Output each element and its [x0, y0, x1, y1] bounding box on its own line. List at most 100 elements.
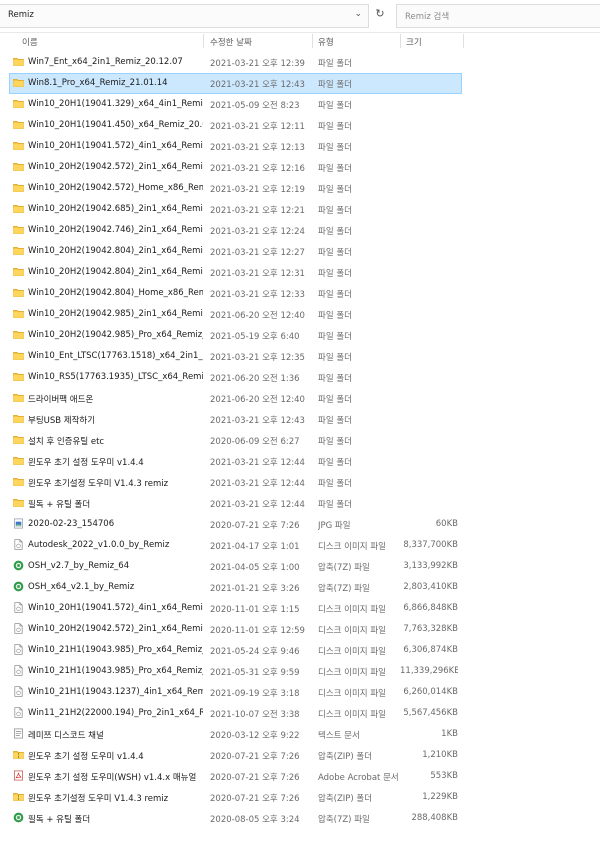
file-row[interactable]: Win10_20H2(19042.572)_2in1_x64_Remiz_20.… — [0, 619, 600, 640]
file-row[interactable]: Win10_21H1(19043.985)_Pro_x64_Remiz_21.0… — [0, 661, 600, 682]
file-row[interactable]: Win10_21H1(19043.985)_Pro_x64_Remiz_21.0… — [0, 640, 600, 661]
file-row[interactable]: Win10_20H2(19042.685)_2in1_x64_Remiz_20.… — [0, 199, 600, 220]
file-date: 2021-03-21 오후 12:44 — [210, 500, 305, 510]
column-divider[interactable] — [400, 34, 401, 48]
file-name[interactable]: Win10_21H1(19043.1237)_4in1_x64_Remiz_21… — [28, 687, 203, 697]
file-name[interactable]: Win10_20H2(19042.804)_Home_x86_Remiz_21.… — [28, 288, 203, 298]
file-name[interactable]: Win10_RS5(17763.1935)_LTSC_x64_Remiz_21.… — [28, 372, 203, 382]
file-name[interactable]: Win10_20H2(19042.572)_2in1_x64_Remiz_20.… — [28, 162, 203, 172]
file-type: 파일 폴더 — [318, 164, 352, 174]
file-row[interactable]: Win10_20H1(19041.572)_4in1_x64_Remiz_20.… — [0, 598, 600, 619]
file-row[interactable]: 윈도우 초기설정 도우미 V1.4.3 remiz 2020-07-21 오후 7… — [0, 787, 600, 808]
file-row[interactable]: Win10_20H2(19042.746)_2in1_x64_Remiz_21.… — [0, 220, 600, 241]
file-name[interactable]: Win7_Ent_x64_2in1_Remiz_20.12.07 — [28, 57, 203, 67]
file-name[interactable]: Autodesk_2022_v1.0.0_by_Remiz — [28, 540, 203, 550]
file-name[interactable]: Win10_20H1(19041.572)_4in1_x64_Remiz_20.… — [28, 141, 203, 151]
file-row[interactable]: Win10_20H1(19041.329)_x64_4in1_Remiz_20.… — [0, 94, 600, 115]
file-name[interactable]: Win10_20H2(19042.804)_2in1_x64_Remiz_VIP… — [28, 267, 203, 277]
file-row[interactable]: Win10_20H2(19042.804)_2in1_x64_Remiz_21.… — [0, 241, 600, 262]
file-name[interactable]: 윈도우 초기 설정 도우미 v1.4.4 — [28, 750, 203, 762]
file-name[interactable]: Win8.1_Pro_x64_Remiz_21.01.14 — [28, 78, 203, 88]
file-row[interactable]: Win10_20H2(19042.985)_2in1_x64_Remiz_VIP… — [0, 304, 600, 325]
column-type[interactable]: 유형 — [318, 36, 334, 48]
file-row[interactable]: 필독 + 유틸 폴더 2021-03-21 오후 12:44 파일 폴더 — [0, 493, 600, 514]
search-input[interactable]: Remiz 검색 — [396, 4, 600, 28]
file-row[interactable]: Win10_20H2(19042.804)_2in1_x64_Remiz_VIP… — [0, 262, 600, 283]
file-row[interactable]: Win10_20H2(19042.572)_2in1_x64_Remiz_20.… — [0, 157, 600, 178]
refresh-icon[interactable]: ↻ — [372, 6, 388, 22]
column-divider[interactable] — [312, 34, 313, 48]
file-name[interactable]: 필독 + 유틸 폴더 — [28, 498, 203, 510]
file-date: 2021-06-20 오전 12:40 — [210, 395, 305, 405]
folder-icon — [13, 98, 24, 109]
file-row[interactable]: Win10_Ent_LTSC(17763.1518)_x64_2in1_Remi… — [0, 346, 600, 367]
file-name[interactable]: Win10_21H1(19043.985)_Pro_x64_Remiz_21.0… — [28, 645, 203, 655]
file-row[interactable]: 부팅USB 제작하기 2021-03-21 오후 12:43 파일 폴더 — [0, 409, 600, 430]
file-type: 압축(7Z) 파일 — [318, 584, 370, 594]
column-size[interactable]: 크기 — [406, 36, 422, 48]
file-name[interactable]: Win10_20H2(19042.572)_2in1_x64_Remiz_20.… — [28, 624, 203, 634]
file-row[interactable]: 드라이버팩 애드온 2021-06-20 오전 12:40 파일 폴더 — [0, 388, 600, 409]
file-name[interactable]: Win10_20H1(19041.572)_4in1_x64_Remiz_20.… — [28, 603, 203, 613]
file-name[interactable]: 설치 후 인증유틸 etc — [28, 435, 203, 447]
column-divider[interactable] — [463, 34, 464, 48]
column-name[interactable]: 이름 — [22, 36, 38, 48]
file-date: 2021-03-21 오후 12:11 — [210, 122, 305, 132]
folder-icon — [13, 245, 24, 256]
file-row[interactable]: OSH_v2.7_by_Remiz_64 2021-04-05 오후 1:00 압축… — [0, 556, 600, 577]
file-name[interactable]: 부팅USB 제작하기 — [28, 414, 203, 426]
file-date: 2020-03-12 오후 9:22 — [210, 731, 300, 741]
file-row[interactable]: Autodesk_2022_v1.0.0_by_Remiz 2021-04-17 … — [0, 535, 600, 556]
zip-folder-icon — [13, 791, 24, 802]
file-row[interactable]: Win10_RS5(17763.1935)_LTSC_x64_Remiz_21.… — [0, 367, 600, 388]
file-name[interactable]: 윈도우 초기설정 도우미 V1.4.3 remiz — [28, 792, 203, 804]
file-name[interactable]: 드라이버팩 애드온 — [28, 393, 203, 405]
column-date[interactable]: 수정한 날짜 — [210, 36, 252, 48]
file-name[interactable]: Win10_Ent_LTSC(17763.1518)_x64_2in1_Remi… — [28, 351, 203, 361]
column-divider[interactable] — [203, 34, 204, 48]
file-row[interactable]: 필독 + 유틸 폴더 2020-08-05 오후 3:24 압축(7Z) 파일 288… — [0, 808, 600, 829]
file-name[interactable]: Win11_21H2(22000.194)_Pro_2in1_x64_Remiz… — [28, 708, 203, 718]
file-name[interactable]: OSH_x64_v2.1_by_Remiz — [28, 582, 203, 592]
file-name[interactable]: Win10_20H1(19041.329)_x64_4in1_Remiz_20.… — [28, 99, 203, 109]
folder-icon — [13, 224, 24, 235]
file-row[interactable]: 윈도우 초기 설정 도우미 v1.4.4 2020-07-21 오후 7:26 압축… — [0, 745, 600, 766]
file-name[interactable]: 윈도우 초기설정 도우미 V1.4.3 remiz — [28, 477, 203, 489]
file-name[interactable]: Win10_20H2(19042.804)_2in1_x64_Remiz_21.… — [28, 246, 203, 256]
file-row[interactable]: Win10_20H1(19041.450)_x64_Remiz_20.08.15… — [0, 115, 600, 136]
file-name[interactable]: 2020-02-23_154706 — [28, 519, 203, 529]
address-bar[interactable]: Remiz ⌄ — [0, 4, 369, 28]
file-row[interactable]: Win7_Ent_x64_2in1_Remiz_20.12.07 2021-03-… — [0, 52, 600, 73]
file-row[interactable]: Win10_20H1(19041.572)_4in1_x64_Remiz_20.… — [0, 136, 600, 157]
file-row[interactable]: Win10_20H2(19042.985)_Pro_x64_Remiz_FAT3… — [0, 325, 600, 346]
file-date: 2021-03-21 오후 12:33 — [210, 290, 305, 300]
file-row[interactable]: Win10_20H2(19042.804)_Home_x86_Remiz_21.… — [0, 283, 600, 304]
chevron-down-icon[interactable]: ⌄ — [354, 9, 362, 19]
file-row[interactable]: Win8.1_Pro_x64_Remiz_21.01.14 2021-03-21 … — [0, 73, 600, 94]
file-row[interactable]: 윈도우 초기 설정 도우미(WSH) v1.4.x 매뉴얼 2020-07-21 … — [0, 766, 600, 787]
file-name[interactable]: 레미쯔 디스코드 채널 — [28, 729, 203, 741]
file-name[interactable]: 필독 + 유틸 폴더 — [28, 813, 203, 825]
file-date: 2021-03-21 오후 12:44 — [210, 458, 305, 468]
file-row[interactable]: Win11_21H2(22000.194)_Pro_2in1_x64_Remiz… — [0, 703, 600, 724]
file-name[interactable]: Win10_20H2(19042.572)_Home_x86_Remiz_20.… — [28, 183, 203, 193]
file-row[interactable]: 설치 후 인증유틸 etc 2020-06-09 오전 6:27 파일 폴더 — [0, 430, 600, 451]
file-date: 2021-03-21 오후 12:21 — [210, 206, 305, 216]
file-row[interactable]: OSH_x64_v2.1_by_Remiz 2021-01-21 오후 3:26 압… — [0, 577, 600, 598]
file-row[interactable]: 윈도우 초기 설정 도우미 v1.4.4 2021-03-21 오후 12:44 파… — [0, 451, 600, 472]
file-name[interactable]: Win10_20H1(19041.450)_x64_Remiz_20.08.15 — [28, 120, 203, 130]
file-row[interactable]: Win10_20H2(19042.572)_Home_x86_Remiz_20.… — [0, 178, 600, 199]
file-row[interactable]: 레미쯔 디스코드 채널 2020-03-12 오후 9:22 텍스트 문서 1KB — [0, 724, 600, 745]
file-name[interactable]: OSH_v2.7_by_Remiz_64 — [28, 561, 203, 571]
file-name[interactable]: Win10_20H2(19042.985)_Pro_x64_Remiz_FAT3… — [28, 330, 203, 340]
file-name[interactable]: 윈도우 초기 설정 도우미 v1.4.4 — [28, 456, 203, 468]
file-name[interactable]: Win10_21H1(19043.985)_Pro_x64_Remiz_21.0… — [28, 666, 203, 676]
file-name[interactable]: Win10_20H2(19042.685)_2in1_x64_Remiz_20.… — [28, 204, 203, 214]
file-name[interactable]: Win10_20H2(19042.746)_2in1_x64_Remiz_21.… — [28, 225, 203, 235]
file-date: 2021-06-20 오전 12:40 — [210, 311, 305, 321]
file-name[interactable]: Win10_20H2(19042.985)_2in1_x64_Remiz_VIP… — [28, 309, 203, 319]
file-row[interactable]: Win10_21H1(19043.1237)_4in1_x64_Remiz_21… — [0, 682, 600, 703]
file-row[interactable]: 윈도우 초기설정 도우미 V1.4.3 remiz 2021-03-21 오후 1… — [0, 472, 600, 493]
file-row[interactable]: 2020-02-23_154706 2020-07-21 오후 7:26 JPG 파… — [0, 514, 600, 535]
file-name[interactable]: 윈도우 초기 설정 도우미(WSH) v1.4.x 매뉴얼 — [28, 771, 203, 783]
